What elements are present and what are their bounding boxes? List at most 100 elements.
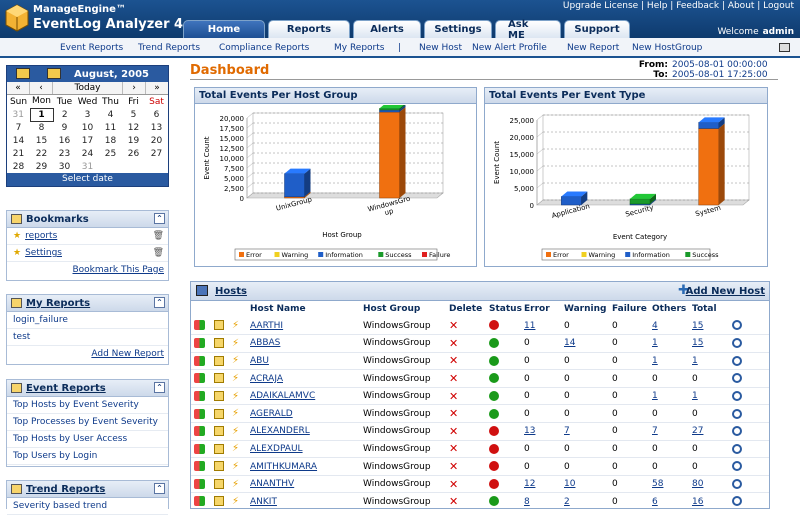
calendar-day[interactable]: 21 <box>7 147 30 160</box>
tab-settings[interactable]: Settings <box>424 20 492 38</box>
host-name-link[interactable]: AMITHKUMARA <box>247 457 360 476</box>
select-date-button[interactable]: Select date <box>7 173 168 186</box>
calendar-day[interactable]: 23 <box>53 147 76 160</box>
edit-cell[interactable] <box>211 334 229 353</box>
host-name-link[interactable]: ANANTHV <box>247 475 360 494</box>
edit-icon[interactable] <box>214 355 224 366</box>
delete-icon[interactable]: ✕ <box>449 442 458 455</box>
from-date[interactable]: 2005-08-01 00:00:00 <box>672 60 768 70</box>
calendar-day[interactable]: 20 <box>145 134 168 147</box>
alert-bolt-icon[interactable]: ⚡ <box>232 391 239 402</box>
subnav-compliance-reports[interactable]: Compliance Reports <box>219 43 309 53</box>
today-button[interactable]: Today <box>53 82 123 94</box>
count-warning[interactable]: 7 <box>561 422 609 441</box>
edit-icon[interactable] <box>214 320 224 331</box>
calendar-icon[interactable] <box>16 68 30 79</box>
log-cell[interactable] <box>729 387 769 406</box>
delete-cell[interactable]: ✕ <box>446 352 486 371</box>
bookmark-this-page-link[interactable]: Bookmark This Page <box>7 262 168 278</box>
calendar-day[interactable]: 5 <box>122 108 145 121</box>
event-report-item[interactable]: Top Processes by Event Severity <box>7 414 168 431</box>
next-year-button[interactable]: » <box>146 82 168 94</box>
delete-cell[interactable]: ✕ <box>446 334 486 353</box>
delete-icon[interactable]: 🗑 <box>153 228 164 245</box>
calendar-day[interactable]: 2 <box>53 108 76 121</box>
log-view-icon[interactable] <box>732 373 742 384</box>
alert-bolt-icon[interactable]: ⚡ <box>232 355 239 366</box>
delete-icon[interactable]: ✕ <box>449 425 458 438</box>
calendar-day[interactable]: 6 <box>145 108 168 121</box>
print-icon[interactable] <box>779 43 790 52</box>
tab-ask-me[interactable]: Ask ME <box>495 19 561 41</box>
collapse-icon[interactable]: ⌃ <box>154 213 165 224</box>
collapse-icon[interactable]: ⌃ <box>154 297 165 308</box>
delete-icon[interactable]: ✕ <box>449 319 458 332</box>
log-view-icon[interactable] <box>732 496 742 507</box>
alert-cell[interactable]: ⚡ <box>229 475 247 494</box>
count-total[interactable]: 1 <box>689 387 729 406</box>
calendar-day[interactable]: 27 <box>145 147 168 160</box>
calendar-day[interactable]: 7 <box>7 121 30 134</box>
delete-icon[interactable]: ✕ <box>449 407 458 420</box>
edit-cell[interactable] <box>211 422 229 441</box>
alert-cell[interactable]: ⚡ <box>229 387 247 406</box>
subnav-event-reports[interactable]: Event Reports <box>60 43 123 53</box>
edit-icon[interactable] <box>214 390 224 401</box>
log-cell[interactable] <box>729 404 769 424</box>
calendar-day[interactable]: 8 <box>30 121 53 134</box>
top-links[interactable]: Upgrade License | Help | Feedback | Abou… <box>563 1 794 11</box>
host-name-link[interactable]: ALEXANDERL <box>247 422 360 441</box>
calendar-day[interactable]: 16 <box>53 134 76 147</box>
calendar-day[interactable]: 11 <box>99 121 122 134</box>
count-others[interactable]: 1 <box>649 334 689 353</box>
count-error[interactable]: 11 <box>521 317 561 336</box>
log-view-icon[interactable] <box>732 320 742 331</box>
calendar-day[interactable]: 28 <box>7 160 30 173</box>
host-name-link[interactable]: ALEXDPAUL <box>247 440 360 459</box>
event-report-item[interactable]: Top Hosts by Event Severity <box>7 397 168 414</box>
delete-cell[interactable]: ✕ <box>446 422 486 441</box>
collapse-icon[interactable]: ⌃ <box>154 483 165 494</box>
edit-cell[interactable] <box>211 369 229 388</box>
bookmark-item[interactable]: ★ Settings 🗑 <box>7 245 168 262</box>
alert-cell[interactable]: ⚡ <box>229 352 247 371</box>
calendar-day[interactable] <box>99 160 122 173</box>
count-others[interactable]: 7 <box>649 422 689 441</box>
edit-cell[interactable] <box>211 440 229 459</box>
calendar-range-icon[interactable] <box>47 68 61 79</box>
log-cell[interactable] <box>729 334 769 353</box>
calendar-day[interactable]: 12 <box>122 121 145 134</box>
delete-icon[interactable]: ✕ <box>449 478 458 491</box>
count-total[interactable]: 80 <box>689 475 729 494</box>
edit-icon[interactable] <box>214 461 224 472</box>
alert-bolt-icon[interactable]: ⚡ <box>232 443 239 454</box>
tab-support[interactable]: Support <box>564 20 630 38</box>
calendar-day[interactable]: 3 <box>76 108 99 121</box>
edit-icon[interactable] <box>214 373 224 384</box>
alert-cell[interactable]: ⚡ <box>229 317 247 336</box>
count-total[interactable]: 1 <box>689 352 729 371</box>
subnav-new-host[interactable]: New Host <box>419 43 462 53</box>
alert-bolt-icon[interactable]: ⚡ <box>232 408 239 419</box>
alert-bolt-icon[interactable]: ⚡ <box>232 320 239 331</box>
count-error[interactable]: 13 <box>521 422 561 441</box>
add-new-host-link[interactable]: Add New Host <box>686 286 765 297</box>
my-reports-title[interactable]: My Reports <box>26 298 90 309</box>
count-total[interactable]: 15 <box>689 334 729 353</box>
calendar-day[interactable]: 19 <box>122 134 145 147</box>
delete-icon[interactable]: ✕ <box>449 495 458 508</box>
log-view-icon[interactable] <box>732 443 742 454</box>
collapse-icon[interactable]: ⌃ <box>154 382 165 393</box>
alert-cell[interactable]: ⚡ <box>229 457 247 476</box>
host-name-link[interactable]: ACRAJA <box>247 369 360 388</box>
delete-cell[interactable]: ✕ <box>446 492 486 508</box>
host-name-link[interactable]: AGERALD <box>247 404 360 424</box>
count-error[interactable]: 12 <box>521 475 561 494</box>
alert-bolt-icon[interactable]: ⚡ <box>232 426 239 437</box>
tab-alerts[interactable]: Alerts <box>353 20 421 38</box>
log-view-icon[interactable] <box>732 478 742 489</box>
log-cell[interactable] <box>729 440 769 459</box>
calendar-day[interactable] <box>145 160 168 173</box>
bookmark-link[interactable]: reports <box>25 231 57 241</box>
count-total[interactable]: 15 <box>689 317 729 336</box>
